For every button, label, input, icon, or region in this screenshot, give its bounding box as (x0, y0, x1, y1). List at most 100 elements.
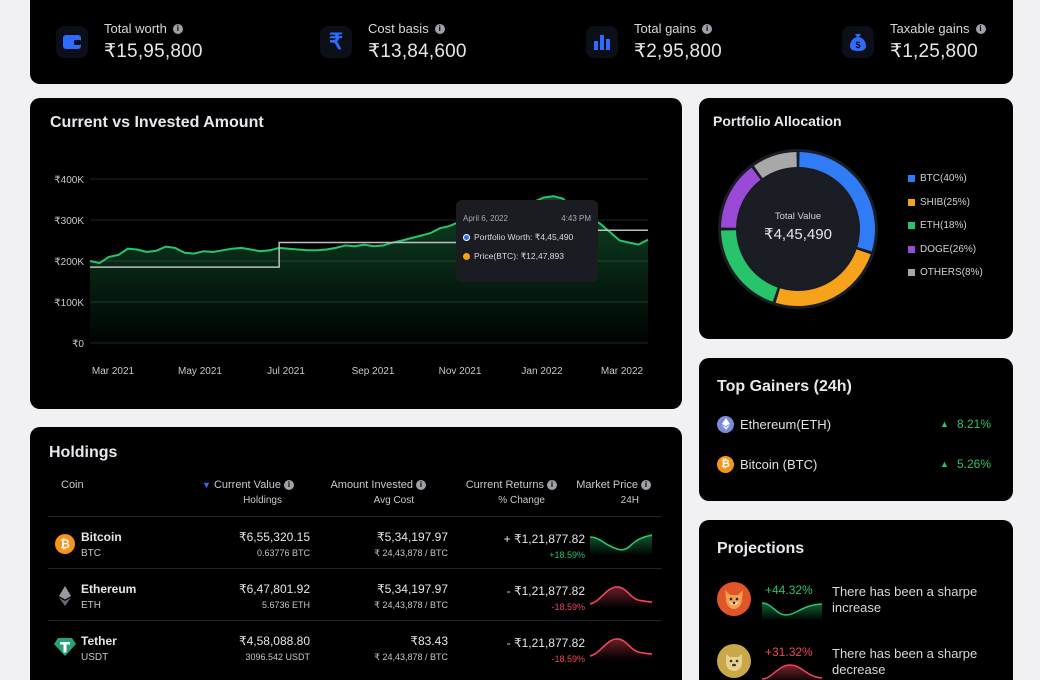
projection-item[interactable]: +44.32% There has been a sharpe increase (717, 582, 1007, 624)
allocation-legend: BTC(40%) SHIB(25%) ETH(18%) DOGE(26%) OT… (908, 167, 983, 285)
x-tick-label: Sep 2021 (352, 366, 395, 377)
col-coin[interactable]: Coin (61, 479, 84, 491)
holdings-amount: 3096.542 USDT (245, 652, 310, 662)
info-icon[interactable]: i (172, 23, 183, 34)
col-24h: 24H (620, 495, 639, 506)
projection-text: There has been a sharpe decrease (832, 646, 978, 677)
info-icon[interactable]: i (702, 23, 713, 34)
info-icon[interactable]: i (284, 480, 294, 490)
projection-text: There has been a sharpe increase (832, 584, 978, 615)
gainers-title: Top Gainers (24h) (717, 378, 852, 395)
y-tick-label: ₹300K (54, 216, 84, 227)
holdings-amount: 5.6736 ETH (261, 600, 310, 610)
current-value: ₹6,47,801.92 (238, 582, 310, 596)
stat-value: ₹2,95,800 (634, 41, 722, 62)
col-current-returns[interactable]: Current Returns i (437, 479, 557, 491)
col-current-value[interactable]: ▼ Current Value i (174, 479, 294, 491)
svg-text:$: $ (855, 40, 860, 50)
bitcoin-icon: ₿ (717, 455, 734, 473)
current-returns: - ₹1,21,877.82 (506, 636, 585, 650)
ethereum-icon (717, 415, 734, 433)
tooltip-date: April 6, 2022 (463, 214, 508, 223)
x-tick-label: May 2021 (178, 366, 222, 377)
summary-stats-bar: Total worth i ₹15,95,800 ₹ Cost basis i ₹1… (30, 0, 1013, 84)
avg-cost: ₹ 24,43,878 / BTC (374, 600, 448, 610)
rupee-icon: ₹ (320, 26, 352, 58)
ethereum-icon (56, 585, 74, 607)
stat-value: ₹15,95,800 (104, 41, 203, 62)
y-tick-label: ₹200K (54, 257, 84, 268)
current-returns: + ₹1,21,877.82 (503, 532, 585, 546)
holdings-amount: 0.63776 BTC (256, 548, 310, 558)
coin-symbol: USDT (81, 652, 109, 663)
gainer-change: 5.26% (956, 457, 991, 471)
coin-symbol: BTC (81, 548, 101, 559)
gainer-name: Bitcoin (BTC) (740, 456, 818, 472)
arrow-up-icon: ▲ (940, 459, 949, 469)
current-returns: - ₹1,21,877.82 (506, 584, 585, 598)
gainer-row[interactable]: ₿ Bitcoin (BTC) ▲ 5.26% (717, 454, 991, 474)
legend-item: BTC(40%) (908, 167, 983, 191)
projections-title: Projections (717, 540, 805, 557)
x-tick-label: Jul 2021 (267, 366, 305, 377)
bitcoin-icon: ₿ (55, 534, 75, 554)
avg-cost: ₹ 24,43,878 / BTC (374, 548, 448, 558)
amount-invested: ₹5,34,197.97 (376, 582, 448, 596)
gainer-row[interactable]: Ethereum(ETH) ▲ 8.21% (717, 414, 991, 434)
col-market-price[interactable]: Market Price i (551, 479, 651, 491)
info-icon[interactable]: i (434, 23, 445, 34)
donut-center-label: Total Value (774, 211, 822, 222)
top-gainers-card: Top Gainers (24h) Ethereum(ETH) ▲ 8.21% … (699, 358, 1013, 501)
stat-label: Total worth (104, 21, 167, 36)
donut-center-value: ₹4,45,490 (764, 226, 832, 243)
legend-item: SHIB(25%) (908, 191, 983, 215)
sparkline-24h (590, 534, 652, 556)
projection-pct: +31.32% (765, 645, 813, 659)
projections-card: Projections +44.32% There has been a sha… (699, 520, 1013, 680)
doge-icon (717, 644, 751, 678)
table-row[interactable]: ₿ Bitcoin BTC ₹6,55,320.15 0.63776 BTC ₹… (48, 516, 662, 568)
tether-icon (54, 637, 76, 657)
x-tick-label: Jan 2022 (521, 366, 563, 377)
stat-cost-basis: ₹ Cost basis i ₹13,84,600 (320, 0, 467, 84)
sort-down-icon[interactable]: ▼ (202, 480, 211, 490)
sparkline-24h (590, 586, 652, 608)
stat-value: ₹1,25,800 (890, 41, 978, 62)
current-value: ₹4,58,088.80 (238, 634, 310, 648)
coin-name: Bitcoin (81, 530, 122, 544)
projection-sparkline (762, 602, 822, 621)
stat-label: Taxable gains (890, 21, 970, 36)
pct-change: +18.59% (549, 550, 585, 560)
pct-change: -18.59% (551, 602, 585, 612)
col-pct-change: % Change (498, 495, 545, 506)
sparkline-24h (590, 638, 652, 660)
amount-invested: ₹83.43 (410, 634, 448, 648)
wallet-icon (56, 26, 88, 58)
info-icon[interactable]: i (416, 480, 426, 490)
info-icon[interactable]: i (975, 23, 986, 34)
holdings-title: Holdings (49, 444, 118, 461)
table-row[interactable]: Ethereum ETH ₹6,47,801.92 5.6736 ETH ₹5,… (48, 568, 662, 620)
legend-item: OTHERS(8%) (908, 261, 983, 285)
money-bag-icon: $ (842, 26, 874, 58)
legend-item: ETH(18%) (908, 214, 983, 238)
col-holdings: Holdings (243, 495, 282, 506)
stat-taxable-gains: $ Taxable gains i ₹1,25,800 (842, 0, 986, 84)
stat-total-worth: Total worth i ₹15,95,800 (56, 0, 203, 84)
tooltip-price: Price(BTC): ₹12,47,893 (474, 251, 564, 261)
col-amount-invested[interactable]: Amount Invested i (306, 479, 426, 491)
arrow-up-icon: ▲ (940, 419, 949, 429)
amount-invested: ₹5,34,197.97 (376, 530, 448, 544)
projection-item[interactable]: +31.32% There has been a sharpe decrease (717, 644, 1007, 680)
current-value: ₹6,55,320.15 (238, 530, 310, 544)
y-tick-label: ₹0 (72, 339, 84, 350)
x-tick-label: Mar 2022 (601, 366, 644, 377)
stat-label: Cost basis (368, 21, 429, 36)
avg-cost: ₹ 24,43,878 / BTC (374, 652, 448, 662)
table-row[interactable]: Tether USDT ₹4,58,088.80 3096.542 USDT ₹… (48, 620, 662, 672)
tooltip-worth: Portfolio Worth: ₹4,45,490 (474, 232, 574, 242)
info-icon[interactable]: i (641, 480, 651, 490)
stat-label: Total gains (634, 21, 697, 36)
x-tick-label: Nov 2021 (439, 366, 482, 377)
legend-item: DOGE(26%) (908, 238, 983, 262)
